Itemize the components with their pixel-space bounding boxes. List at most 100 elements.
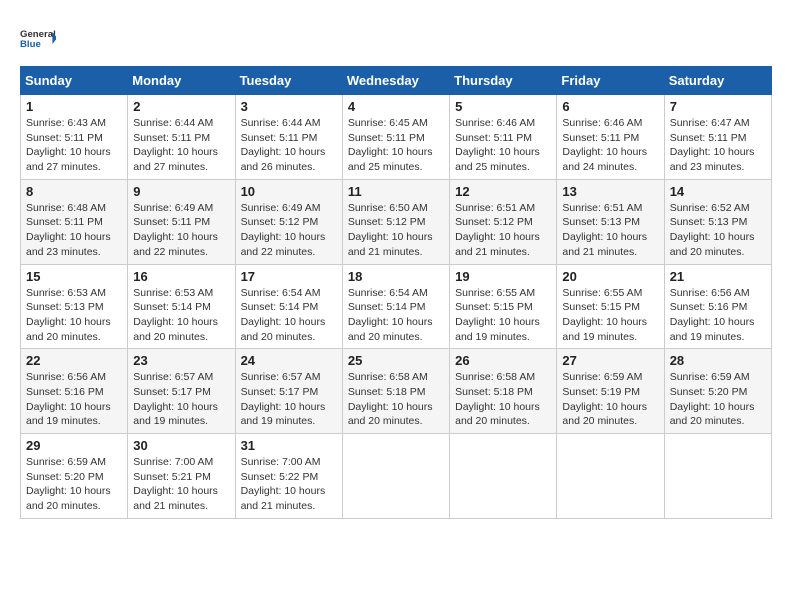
calendar-day-cell: 4 Sunrise: 6:45 AM Sunset: 5:11 PM Daylig… <box>342 95 449 180</box>
calendar-day-cell: 7 Sunrise: 6:47 AM Sunset: 5:11 PM Daylig… <box>664 95 771 180</box>
calendar-day-cell: 17 Sunrise: 6:54 AM Sunset: 5:14 PM Dayli… <box>235 264 342 349</box>
day-info: Sunrise: 6:51 AM Sunset: 5:12 PM Dayligh… <box>455 201 551 260</box>
day-info: Sunrise: 6:49 AM Sunset: 5:12 PM Dayligh… <box>241 201 337 260</box>
calendar-day-cell: 22 Sunrise: 6:56 AM Sunset: 5:16 PM Dayli… <box>21 349 128 434</box>
calendar-day-cell: 28Sunrise: 6:59 AM Sunset: 5:20 PM Dayli… <box>664 349 771 434</box>
calendar-day-cell: 2 Sunrise: 6:44 AM Sunset: 5:11 PM Daylig… <box>128 95 235 180</box>
day-number: 23 <box>133 353 229 368</box>
calendar-header-row: SundayMondayTuesdayWednesdayThursdayFrid… <box>21 67 772 95</box>
calendar-day-cell <box>342 434 449 519</box>
day-number: 21 <box>670 269 766 284</box>
day-number: 29 <box>26 438 122 453</box>
day-number: 6 <box>562 99 658 114</box>
calendar-day-header: Sunday <box>21 67 128 95</box>
calendar-table: SundayMondayTuesdayWednesdayThursdayFrid… <box>20 66 772 519</box>
calendar-day-cell: 9Sunrise: 6:49 AM Sunset: 5:11 PM Daylig… <box>128 179 235 264</box>
day-number: 10 <box>241 184 337 199</box>
day-info: Sunrise: 6:59 AM Sunset: 5:20 PM Dayligh… <box>670 370 766 429</box>
day-info: Sunrise: 6:54 AM Sunset: 5:14 PM Dayligh… <box>241 286 337 345</box>
day-number: 25 <box>348 353 444 368</box>
calendar-week-row: 29 Sunrise: 6:59 AM Sunset: 5:20 PM Dayli… <box>21 434 772 519</box>
day-info: Sunrise: 6:59 AM Sunset: 5:20 PM Dayligh… <box>26 455 122 514</box>
calendar-day-cell: 11 Sunrise: 6:50 AM Sunset: 5:12 PM Dayli… <box>342 179 449 264</box>
day-number: 7 <box>670 99 766 114</box>
calendar-week-row: 15 Sunrise: 6:53 AM Sunset: 5:13 PM Dayli… <box>21 264 772 349</box>
day-number: 4 <box>348 99 444 114</box>
day-number: 16 <box>133 269 229 284</box>
day-number: 17 <box>241 269 337 284</box>
day-info: Sunrise: 6:52 AM Sunset: 5:13 PM Dayligh… <box>670 201 766 260</box>
day-info: Sunrise: 6:48 AM Sunset: 5:11 PM Dayligh… <box>26 201 122 260</box>
day-number: 9 <box>133 184 229 199</box>
day-info: Sunrise: 6:56 AM Sunset: 5:16 PM Dayligh… <box>670 286 766 345</box>
day-info: Sunrise: 6:50 AM Sunset: 5:12 PM Dayligh… <box>348 201 444 260</box>
calendar-day-cell: 3 Sunrise: 6:44 AM Sunset: 5:11 PM Daylig… <box>235 95 342 180</box>
day-info: Sunrise: 6:46 AM Sunset: 5:11 PM Dayligh… <box>562 116 658 175</box>
day-number: 30 <box>133 438 229 453</box>
day-number: 13 <box>562 184 658 199</box>
day-number: 2 <box>133 99 229 114</box>
logo-svg: General Blue <box>20 20 56 56</box>
day-number: 31 <box>241 438 337 453</box>
calendar-day-cell <box>557 434 664 519</box>
day-number: 22 <box>26 353 122 368</box>
logo: General Blue <box>20 20 56 56</box>
calendar-day-cell: 25Sunrise: 6:58 AM Sunset: 5:18 PM Dayli… <box>342 349 449 434</box>
calendar-day-cell: 6 Sunrise: 6:46 AM Sunset: 5:11 PM Daylig… <box>557 95 664 180</box>
calendar-day-header: Wednesday <box>342 67 449 95</box>
day-number: 1 <box>26 99 122 114</box>
day-info: Sunrise: 6:55 AM Sunset: 5:15 PM Dayligh… <box>562 286 658 345</box>
calendar-day-cell: 1 Sunrise: 6:43 AM Sunset: 5:11 PM Daylig… <box>21 95 128 180</box>
calendar-day-cell: 16Sunrise: 6:53 AM Sunset: 5:14 PM Dayli… <box>128 264 235 349</box>
calendar-day-header: Saturday <box>664 67 771 95</box>
day-info: Sunrise: 6:51 AM Sunset: 5:13 PM Dayligh… <box>562 201 658 260</box>
day-number: 8 <box>26 184 122 199</box>
calendar-day-cell: 20 Sunrise: 6:55 AM Sunset: 5:15 PM Dayli… <box>557 264 664 349</box>
calendar-day-cell: 8 Sunrise: 6:48 AM Sunset: 5:11 PM Daylig… <box>21 179 128 264</box>
day-number: 12 <box>455 184 551 199</box>
day-number: 11 <box>348 184 444 199</box>
day-number: 15 <box>26 269 122 284</box>
calendar-day-cell: 30 Sunrise: 7:00 AM Sunset: 5:21 PM Dayli… <box>128 434 235 519</box>
calendar-day-cell: 10 Sunrise: 6:49 AM Sunset: 5:12 PM Dayli… <box>235 179 342 264</box>
day-info: Sunrise: 6:54 AM Sunset: 5:14 PM Dayligh… <box>348 286 444 345</box>
calendar-day-cell: 21 Sunrise: 6:56 AM Sunset: 5:16 PM Dayli… <box>664 264 771 349</box>
svg-text:Blue: Blue <box>20 39 41 50</box>
day-number: 18 <box>348 269 444 284</box>
calendar-day-cell: 13 Sunrise: 6:51 AM Sunset: 5:13 PM Dayli… <box>557 179 664 264</box>
day-info: Sunrise: 6:44 AM Sunset: 5:11 PM Dayligh… <box>133 116 229 175</box>
svg-text:General: General <box>20 29 56 40</box>
day-number: 5 <box>455 99 551 114</box>
calendar-day-header: Friday <box>557 67 664 95</box>
day-number: 19 <box>455 269 551 284</box>
day-info: Sunrise: 7:00 AM Sunset: 5:21 PM Dayligh… <box>133 455 229 514</box>
calendar-day-cell: 27Sunrise: 6:59 AM Sunset: 5:19 PM Dayli… <box>557 349 664 434</box>
day-number: 20 <box>562 269 658 284</box>
day-info: Sunrise: 6:55 AM Sunset: 5:15 PM Dayligh… <box>455 286 551 345</box>
day-info: Sunrise: 6:44 AM Sunset: 5:11 PM Dayligh… <box>241 116 337 175</box>
day-info: Sunrise: 6:58 AM Sunset: 5:18 PM Dayligh… <box>455 370 551 429</box>
calendar-day-cell: 18 Sunrise: 6:54 AM Sunset: 5:14 PM Dayli… <box>342 264 449 349</box>
day-info: Sunrise: 6:45 AM Sunset: 5:11 PM Dayligh… <box>348 116 444 175</box>
calendar-day-header: Tuesday <box>235 67 342 95</box>
calendar-week-row: 1 Sunrise: 6:43 AM Sunset: 5:11 PM Daylig… <box>21 95 772 180</box>
calendar-day-cell: 24 Sunrise: 6:57 AM Sunset: 5:17 PM Dayli… <box>235 349 342 434</box>
day-info: Sunrise: 6:46 AM Sunset: 5:11 PM Dayligh… <box>455 116 551 175</box>
page-header: General Blue <box>20 20 772 56</box>
calendar-day-cell: 19 Sunrise: 6:55 AM Sunset: 5:15 PM Dayli… <box>450 264 557 349</box>
day-number: 3 <box>241 99 337 114</box>
day-info: Sunrise: 6:57 AM Sunset: 5:17 PM Dayligh… <box>241 370 337 429</box>
calendar-day-cell: 26Sunrise: 6:58 AM Sunset: 5:18 PM Dayli… <box>450 349 557 434</box>
day-info: Sunrise: 6:47 AM Sunset: 5:11 PM Dayligh… <box>670 116 766 175</box>
day-info: Sunrise: 6:53 AM Sunset: 5:13 PM Dayligh… <box>26 286 122 345</box>
calendar-day-cell: 31Sunrise: 7:00 AM Sunset: 5:22 PM Dayli… <box>235 434 342 519</box>
calendar-day-cell: 5 Sunrise: 6:46 AM Sunset: 5:11 PM Daylig… <box>450 95 557 180</box>
day-number: 24 <box>241 353 337 368</box>
calendar-week-row: 22 Sunrise: 6:56 AM Sunset: 5:16 PM Dayli… <box>21 349 772 434</box>
day-info: Sunrise: 6:56 AM Sunset: 5:16 PM Dayligh… <box>26 370 122 429</box>
day-info: Sunrise: 6:43 AM Sunset: 5:11 PM Dayligh… <box>26 116 122 175</box>
calendar-week-row: 8 Sunrise: 6:48 AM Sunset: 5:11 PM Daylig… <box>21 179 772 264</box>
day-number: 27 <box>562 353 658 368</box>
calendar-day-cell: 15 Sunrise: 6:53 AM Sunset: 5:13 PM Dayli… <box>21 264 128 349</box>
calendar-day-header: Monday <box>128 67 235 95</box>
